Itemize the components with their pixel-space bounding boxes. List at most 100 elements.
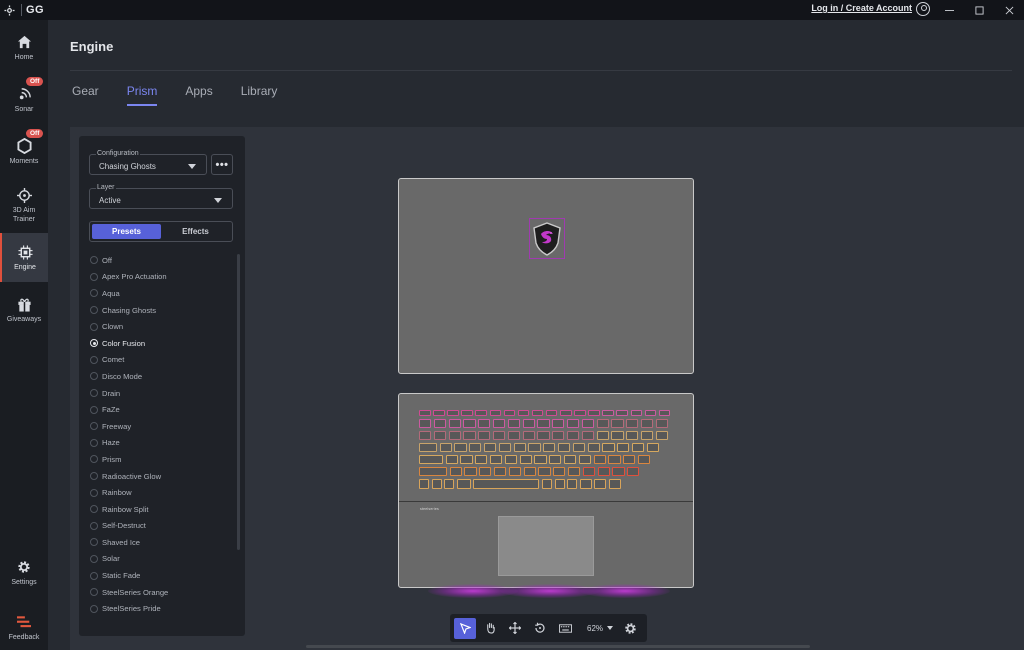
keyboard-key[interactable] [632,443,645,452]
radio-unchecked-icon[interactable] [90,272,98,281]
keyboard-key[interactable] [552,419,565,428]
keyboard-key[interactable] [658,410,671,416]
radio-unchecked-icon[interactable] [90,322,98,331]
laptop-lid-preview[interactable] [398,178,694,374]
keyboard-key[interactable] [627,467,640,476]
keyboard-key[interactable] [608,455,621,464]
preset-item[interactable]: Shaved Ice [90,534,168,551]
keyboard-key[interactable] [508,467,521,476]
tab-apps[interactable]: Apps [185,84,212,106]
radio-unchecked-icon[interactable] [90,571,98,580]
keyboard-key[interactable] [588,410,600,416]
keyboard-key[interactable] [542,479,552,489]
preset-scrollbar[interactable] [237,254,240,550]
keyboard-key[interactable] [644,410,657,416]
keyboard-key[interactable] [522,431,535,440]
radio-unchecked-icon[interactable] [90,289,98,298]
keyboard-key[interactable] [447,410,459,416]
keyboard-key[interactable] [445,455,458,464]
keyboard-key[interactable] [479,467,492,476]
keyboard-key[interactable] [553,467,566,476]
radio-unchecked-icon[interactable] [90,488,98,497]
keyboard-key[interactable] [463,431,476,440]
keyboard-key[interactable] [431,479,442,489]
keyboard-key[interactable] [630,410,642,416]
preset-item[interactable]: Aqua [90,285,168,302]
keyboard-key[interactable] [554,479,565,489]
keyboard-key[interactable] [616,410,628,416]
keyboard-key[interactable] [493,431,506,440]
keyboard-key[interactable] [490,455,503,464]
keyboard-key[interactable] [433,431,446,440]
canvas-settings-button[interactable] [619,618,641,639]
pan-tool-button[interactable] [479,618,501,639]
keyboard-key[interactable] [572,443,585,452]
keyboard-key[interactable] [549,455,562,464]
tab-gear[interactable]: Gear [72,84,99,106]
keyboard-key[interactable] [469,443,482,452]
preset-item[interactable]: Static Fade [90,567,168,584]
keyboard-key[interactable] [611,431,624,440]
keyboard-key[interactable] [537,419,550,428]
keyboard-key[interactable] [419,431,432,440]
radio-unchecked-icon[interactable] [90,604,98,613]
radio-unchecked-icon[interactable] [90,588,98,597]
keyboard-key[interactable] [419,410,431,416]
keyboard-key[interactable] [538,467,551,476]
effects-tab[interactable]: Effects [161,224,230,239]
keyboard-key[interactable] [641,431,654,440]
keyboard-key[interactable] [433,419,446,428]
laptop-base-preview[interactable]: steelseries [398,393,694,588]
preset-item[interactable]: Rainbow [90,484,168,501]
preset-item[interactable]: Chasing Ghosts [90,302,168,319]
keyboard-key[interactable] [484,443,497,452]
keyboard-key[interactable] [504,455,517,464]
keyboard-key[interactable] [494,467,507,476]
keyboard-key[interactable] [523,467,536,476]
preset-item[interactable]: Disco Mode [90,368,168,385]
preset-item[interactable]: Comet [90,352,168,369]
preset-item[interactable]: Radioactive Glow [90,468,168,485]
keyboard-key[interactable] [568,467,581,476]
preset-item[interactable]: Off [90,252,168,269]
keyboard-key[interactable] [475,410,487,416]
radio-unchecked-icon[interactable] [90,455,98,464]
radio-unchecked-icon[interactable] [90,538,98,547]
preset-item[interactable]: Haze [90,435,168,452]
sidebar-item-home[interactable]: Home [0,34,48,74]
preset-item[interactable]: Prism [90,451,168,468]
keyboard-key[interactable] [558,443,571,452]
keyboard-key[interactable] [552,431,565,440]
sidebar-item-feedback[interactable]: Feedback [0,614,48,650]
keyboard-key[interactable] [537,431,550,440]
close-button[interactable] [994,0,1024,20]
keyboard-key[interactable] [581,431,594,440]
presets-tab[interactable]: Presets [92,224,161,239]
keyboard-key[interactable] [567,419,580,428]
keyboard-key[interactable] [596,431,609,440]
keyboard-key[interactable] [582,467,595,476]
radio-unchecked-icon[interactable] [90,256,98,265]
keyboard-key[interactable] [560,410,572,416]
keyboard-key[interactable] [655,419,668,428]
keyboard-key[interactable] [419,467,447,476]
preset-item[interactable]: Freeway [90,418,168,435]
preset-item[interactable]: SteelSeries Orange [90,584,168,601]
radio-unchecked-icon[interactable] [90,554,98,563]
keyboard-key[interactable] [464,467,477,476]
radio-unchecked-icon[interactable] [90,438,98,447]
keyboard-key[interactable] [463,419,476,428]
keyboard-key[interactable] [641,419,654,428]
tab-library[interactable]: Library [241,84,278,106]
move-tool-button[interactable] [504,618,526,639]
keyboard-key[interactable] [594,479,607,489]
select-tool-button[interactable] [454,617,476,639]
keyboard-key[interactable] [543,443,556,452]
keyboard-key[interactable] [567,479,578,489]
preset-item[interactable]: Solar [90,551,168,568]
sidebar-item-aim-trainer[interactable]: 3D Aim Trainer [0,187,48,235]
keyboard-key[interactable] [419,479,429,489]
keyboard-key[interactable] [456,479,471,489]
keyboard-key[interactable] [489,410,501,416]
radio-unchecked-icon[interactable] [90,389,98,398]
